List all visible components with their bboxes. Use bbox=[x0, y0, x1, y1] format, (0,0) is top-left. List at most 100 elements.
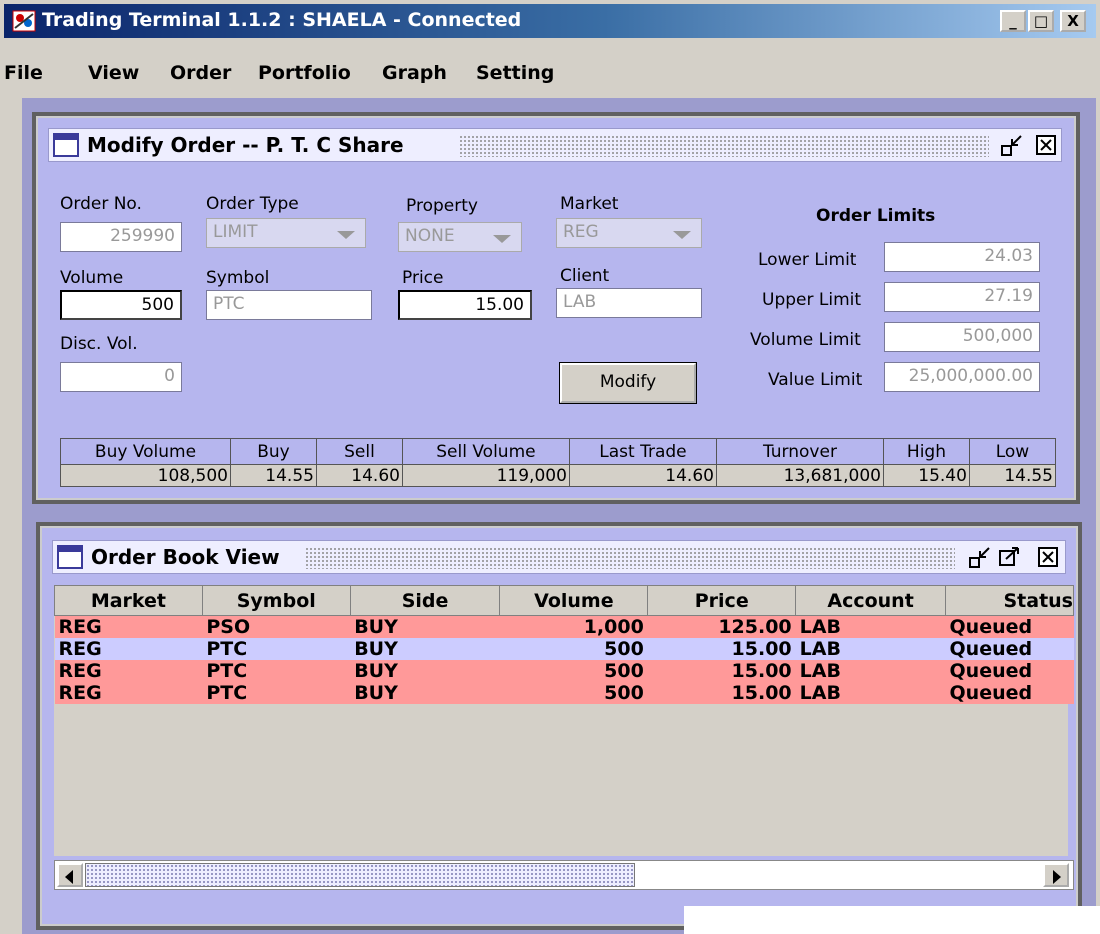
menu-graph[interactable]: Graph bbox=[382, 62, 447, 84]
cell-market: REG bbox=[54, 638, 203, 660]
cell-side: BUY bbox=[350, 615, 500, 638]
order-limits-title: Order Limits bbox=[816, 206, 936, 226]
upper-limit-field: 27.19 bbox=[884, 282, 1040, 312]
scroll-right-icon[interactable] bbox=[1043, 863, 1069, 887]
cell-account: LAB bbox=[795, 615, 946, 638]
order-book-title-bar[interactable]: Order Book View bbox=[52, 540, 1066, 574]
cell-side: BUY bbox=[350, 638, 500, 660]
cell-price: 15.00 bbox=[647, 682, 796, 704]
cell-volume: 500 bbox=[499, 638, 648, 660]
cell-price: 15.00 bbox=[647, 638, 796, 660]
symbol-label: Symbol bbox=[206, 268, 270, 288]
maximize-frame-icon[interactable] bbox=[997, 545, 1023, 571]
property-value: NONE bbox=[405, 226, 455, 246]
modify-order-title-bar[interactable]: Modify Order -- P. T. C Share bbox=[48, 128, 1062, 162]
lower-limit-field: 24.03 bbox=[884, 242, 1040, 272]
market-label: Market bbox=[560, 194, 619, 214]
cell-symbol: PTC bbox=[202, 660, 351, 682]
cell-price: 15.00 bbox=[647, 660, 796, 682]
volume-input[interactable]: 500 bbox=[60, 290, 182, 320]
market-value: REG bbox=[563, 222, 599, 242]
quote-header: Sell bbox=[315, 438, 403, 465]
close-frame-icon[interactable] bbox=[1035, 545, 1061, 571]
quote-value: 13,681,000 bbox=[715, 464, 884, 487]
price-input[interactable]: 15.00 bbox=[398, 290, 532, 320]
property-select: NONE bbox=[398, 222, 522, 252]
title-pattern bbox=[459, 135, 989, 157]
column-header-side[interactable]: Side bbox=[349, 585, 501, 616]
menu-setting[interactable]: Setting bbox=[476, 62, 554, 84]
window-icon bbox=[57, 545, 83, 569]
disc-vol-field: 0 bbox=[60, 362, 182, 392]
title-bar[interactable]: Trading Terminal 1.1.2 : SHAELA - Connec… bbox=[4, 4, 1096, 38]
menu-portfolio[interactable]: Portfolio bbox=[258, 62, 351, 84]
value-limit-label: Value Limit bbox=[768, 370, 863, 390]
order-type-value: LIMIT bbox=[213, 222, 258, 242]
title-pattern bbox=[305, 547, 955, 569]
quote-value: 14.55 bbox=[968, 464, 1057, 487]
cell-account: LAB bbox=[795, 660, 946, 682]
cell-side: BUY bbox=[350, 682, 500, 704]
scroll-left-icon[interactable] bbox=[57, 863, 83, 887]
client-label: Client bbox=[560, 266, 610, 286]
quote-value: 15.40 bbox=[882, 464, 970, 487]
cell-status: Queued bbox=[945, 660, 1074, 682]
quote-header: High bbox=[882, 438, 970, 465]
maximize-button[interactable]: □ bbox=[1028, 10, 1054, 32]
minimize-button[interactable]: _ bbox=[1000, 10, 1026, 32]
cell-symbol: PSO bbox=[202, 615, 351, 638]
cell-market: REG bbox=[54, 615, 203, 638]
modify-order-frame: Modify Order -- P. T. C Share Order No. … bbox=[32, 112, 1080, 504]
quote-header: Low bbox=[968, 438, 1057, 465]
column-header-market[interactable]: Market bbox=[54, 585, 203, 616]
volume-limit-field: 500,000 bbox=[884, 322, 1040, 352]
table-row[interactable]: REG PTC BUY 500 15.00 LAB Queued bbox=[54, 660, 1074, 682]
table-row[interactable]: REG PTC BUY 500 15.00 LAB Queued bbox=[54, 682, 1074, 704]
modify-button[interactable]: Modify bbox=[559, 362, 697, 404]
cell-status: Queued bbox=[945, 615, 1074, 638]
quote-header: Buy bbox=[229, 438, 317, 465]
column-header-account[interactable]: Account bbox=[795, 585, 947, 616]
client-field: LAB bbox=[556, 288, 702, 318]
cell-symbol: PTC bbox=[202, 682, 351, 704]
price-label: Price bbox=[402, 268, 444, 288]
column-header-volume[interactable]: Volume bbox=[499, 585, 649, 616]
modify-order-title: Modify Order -- P. T. C Share bbox=[87, 133, 404, 157]
order-no-label: Order No. bbox=[60, 194, 142, 214]
close-frame-icon[interactable] bbox=[1033, 133, 1059, 159]
minimize-frame-icon[interactable] bbox=[999, 133, 1025, 159]
volume-label: Volume bbox=[60, 268, 124, 288]
cell-market: REG bbox=[54, 682, 203, 704]
chevron-down-icon bbox=[337, 231, 355, 239]
desktop-background bbox=[684, 906, 1100, 934]
column-header-status[interactable]: Status bbox=[945, 585, 1074, 616]
desktop-pane: Modify Order -- P. T. C Share Order No. … bbox=[22, 98, 1096, 934]
minimize-frame-icon[interactable] bbox=[967, 545, 993, 571]
cell-price: 125.00 bbox=[647, 615, 796, 638]
quote-value: 119,000 bbox=[401, 464, 570, 487]
value-limit-field: 25,000,000.00 bbox=[884, 362, 1040, 392]
menu-file[interactable]: File bbox=[4, 62, 43, 84]
modify-button-label: Modify bbox=[599, 372, 657, 392]
cell-status: Queued bbox=[945, 638, 1074, 660]
column-header-price[interactable]: Price bbox=[647, 585, 797, 616]
window-icon bbox=[53, 133, 79, 157]
menu-order[interactable]: Order bbox=[170, 62, 231, 84]
column-header-symbol[interactable]: Symbol bbox=[201, 585, 351, 616]
scrollbar-thumb[interactable] bbox=[85, 863, 635, 887]
menu-view[interactable]: View bbox=[88, 62, 139, 84]
order-no-field: 259990 bbox=[60, 222, 182, 252]
close-button[interactable]: X bbox=[1060, 10, 1086, 32]
quote-value: 14.60 bbox=[315, 464, 403, 487]
horizontal-scrollbar[interactable] bbox=[54, 860, 1074, 890]
table-row[interactable]: REG PSO BUY 1,000 125.00 LAB Queued bbox=[54, 615, 1074, 638]
window-title: Trading Terminal 1.1.2 : SHAELA - Connec… bbox=[42, 9, 522, 31]
order-book-table[interactable]: Market Symbol Side Volume Price Account … bbox=[54, 585, 1074, 704]
table-row[interactable]: REG PTC BUY 500 15.00 LAB Queued bbox=[54, 638, 1074, 660]
order-type-select: LIMIT bbox=[206, 218, 366, 248]
cell-side: BUY bbox=[350, 660, 500, 682]
cell-market: REG bbox=[54, 660, 203, 682]
order-book-title: Order Book View bbox=[91, 545, 280, 569]
cell-volume: 500 bbox=[499, 682, 648, 704]
disc-vol-label: Disc. Vol. bbox=[60, 334, 138, 354]
